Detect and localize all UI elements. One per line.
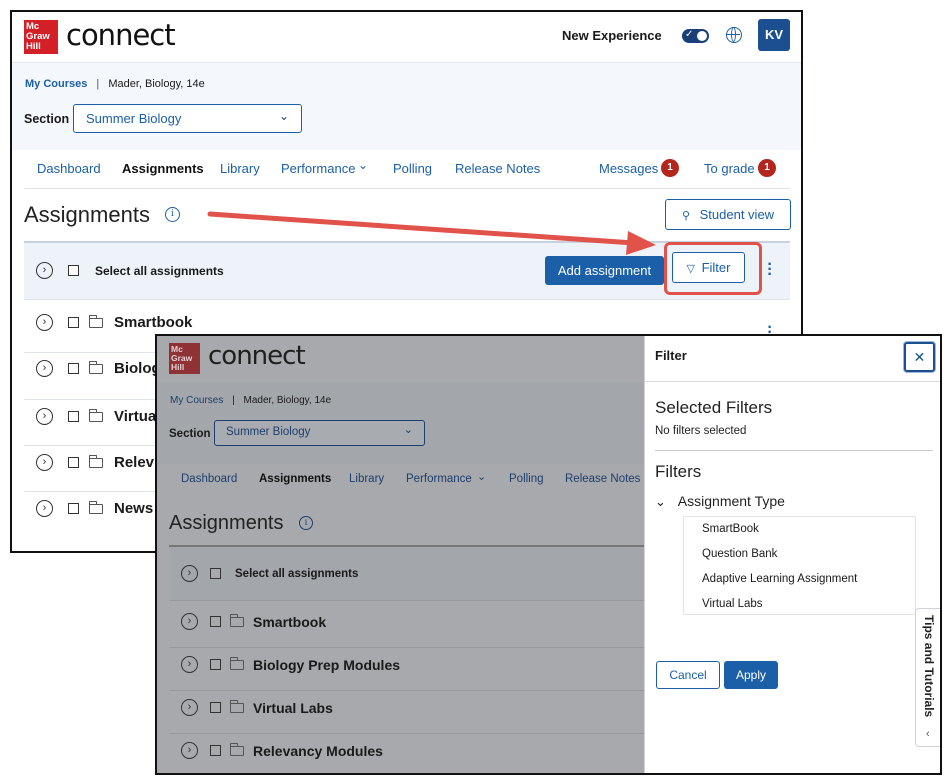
select-all-checkbox[interactable] — [210, 568, 221, 579]
expand-all-icon[interactable]: › — [181, 565, 198, 582]
filter-panel: Filter ✕ Selected Filters No filters sel… — [644, 336, 940, 773]
expand-icon[interactable]: › — [181, 742, 198, 759]
expand-icon[interactable]: › — [181, 656, 198, 673]
my-courses-link[interactable]: My Courses — [170, 395, 223, 406]
select-all-label: Select all assignments — [235, 568, 359, 580]
filter-panel-title: Filter — [655, 348, 687, 363]
assignment-type-toggle[interactable]: ⌄ Assignment Type — [655, 493, 785, 510]
tab-dashboard[interactable]: Dashboard — [181, 473, 237, 485]
filter-option[interactable]: SmartBook — [702, 523, 759, 535]
dimmed-background: Mc Graw Hill connect My Courses | Mader, B… — [157, 336, 644, 773]
assignment-type-options: SmartBook Question Bank Adaptive Learnin… — [683, 516, 916, 615]
section-select[interactable]: Summer Biology ⌄ — [214, 420, 425, 446]
expand-icon[interactable]: › — [181, 613, 198, 630]
list-item[interactable]: Smartbook — [253, 614, 326, 630]
front-screenshot: Mc Graw Hill connect My Courses | Mader, B… — [155, 334, 942, 775]
row-checkbox[interactable] — [210, 659, 221, 670]
list-item[interactable]: Virtual Labs — [253, 700, 333, 716]
list-item[interactable]: Relevancy Modules — [253, 743, 383, 759]
tips-and-tutorials-label: Tips and Tutorials — [922, 615, 936, 718]
breadcrumb: My Courses | Mader, Biology, 14e — [170, 395, 332, 406]
folder-icon — [230, 743, 244, 756]
filters-heading: Filters — [655, 462, 702, 481]
chevron-down-icon: ⌄ — [655, 494, 666, 509]
cancel-button[interactable]: Cancel — [656, 661, 720, 689]
mcgraw-hill-logo: Mc Graw Hill — [169, 343, 200, 374]
course-name: Mader, Biology, 14e — [243, 395, 332, 406]
connect-wordmark: connect — [208, 341, 306, 371]
folder-icon — [230, 614, 244, 627]
apply-button[interactable]: Apply — [724, 661, 778, 689]
folder-icon — [230, 700, 244, 713]
filter-option[interactable]: Adaptive Learning Assignment — [702, 573, 857, 585]
page-title: Assignments — [169, 512, 284, 534]
tab-release-notes[interactable]: Release Notes — [565, 473, 640, 485]
info-icon[interactable]: i — [299, 516, 313, 530]
filter-option[interactable]: Question Bank — [702, 548, 777, 560]
close-icon: ✕ — [913, 349, 926, 365]
close-button[interactable]: ✕ — [904, 342, 935, 372]
row-checkbox[interactable] — [210, 616, 221, 627]
tab-performance[interactable]: Performance — [406, 473, 472, 485]
tab-assignments[interactable]: Assignments — [259, 473, 331, 485]
tab-polling[interactable]: Polling — [509, 473, 544, 485]
selected-filters-heading: Selected Filters — [655, 398, 773, 417]
selected-filters-empty: No filters selected — [655, 425, 747, 437]
row-checkbox[interactable] — [210, 702, 221, 713]
section-label: Section — [169, 428, 211, 440]
tips-and-tutorials-tab[interactable]: Tips and Tutorials ‹ — [915, 608, 940, 747]
chevron-down-icon: ⌄ — [477, 471, 487, 483]
row-checkbox[interactable] — [210, 745, 221, 756]
folder-icon — [230, 657, 244, 670]
filter-option[interactable]: Virtual Labs — [702, 598, 763, 610]
chevron-down-icon: ⌄ — [403, 424, 413, 436]
expand-icon[interactable]: › — [181, 699, 198, 716]
chevron-left-icon: ‹ — [926, 728, 930, 740]
tab-library[interactable]: Library — [349, 473, 384, 485]
list-item[interactable]: Biology Prep Modules — [253, 657, 400, 673]
